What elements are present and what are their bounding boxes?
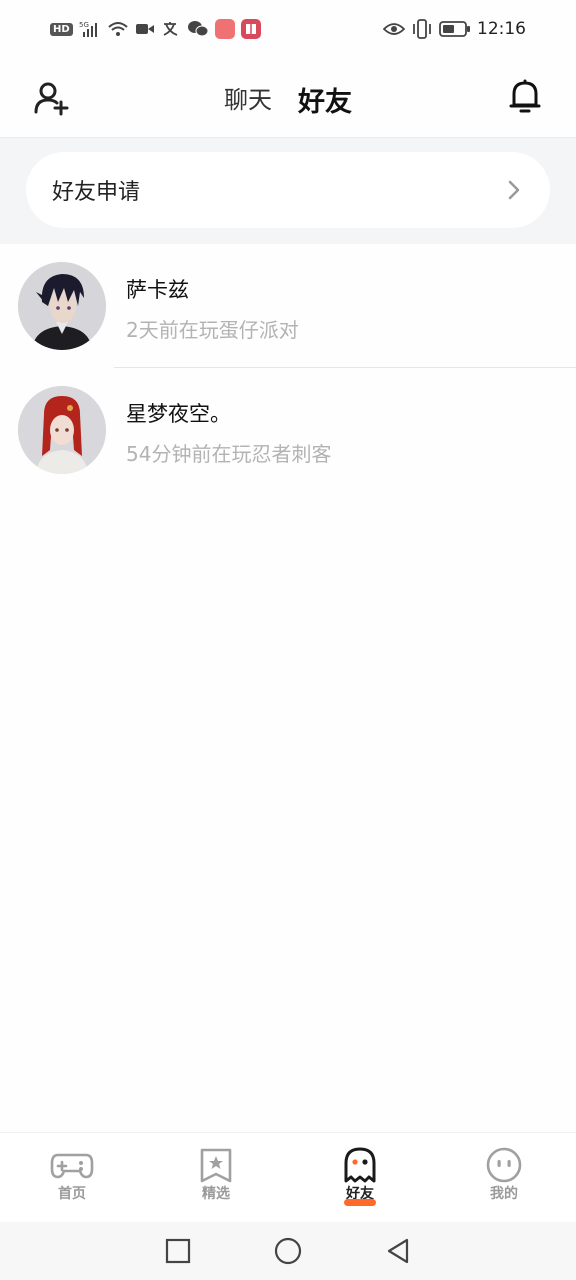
translate-icon (161, 20, 181, 38)
status-left: HD 5G (50, 19, 261, 39)
avatar-image (18, 386, 106, 474)
ghost-icon (344, 1147, 376, 1183)
bottom-nav: 首页 精选 好友 我的 (0, 1132, 576, 1222)
friend-status: 2天前在玩蛋仔派对 (126, 318, 299, 342)
notifications-button[interactable] (508, 78, 542, 116)
gamepad-icon (50, 1153, 94, 1179)
avatar[interactable] (18, 262, 106, 350)
recents-square-icon[interactable] (163, 1236, 193, 1266)
tab-friends[interactable]: 好友 (298, 80, 352, 147)
nav-item-home[interactable]: 首页 (0, 1133, 144, 1222)
tab-friends-label: 好友 (298, 87, 352, 118)
friend-list: 萨卡兹 2天前在玩蛋仔派对 星梦夜空。 54分钟前在玩忍者刺客 (0, 244, 576, 492)
friend-status: 54分钟前在玩忍者刺客 (126, 442, 332, 466)
friend-item[interactable]: 萨卡兹 2天前在玩蛋仔派对 (0, 244, 576, 368)
eye-icon (383, 21, 405, 37)
vibrate-icon (411, 19, 433, 39)
system-nav-bar (0, 1222, 576, 1280)
wifi-icon (107, 20, 129, 38)
friend-name: 星梦夜空。 (126, 402, 231, 426)
friend-request-button[interactable]: 好友申请 (26, 152, 550, 228)
friend-request-label: 好友申请 (52, 180, 141, 205)
nav-item-featured[interactable]: 精选 (144, 1133, 288, 1222)
hd-icon: HD (50, 22, 73, 36)
app-icon-book (240, 19, 261, 39)
status-bar: HD 5G 12:16 (0, 0, 576, 58)
nav-label-featured: 精选 (202, 1186, 230, 1202)
avatar-image (18, 262, 106, 350)
tab-chat[interactable]: 聊天 (224, 80, 272, 119)
home-circle-icon[interactable] (273, 1236, 303, 1266)
nav-label-profile: 我的 (490, 1186, 518, 1202)
status-right: 12:16 (383, 19, 526, 39)
star-bookmark-icon (200, 1148, 232, 1183)
face-icon (486, 1147, 522, 1183)
svg-text:5G: 5G (79, 21, 89, 29)
clock: 12:16 (477, 19, 526, 39)
nav-label-home: 首页 (58, 1186, 86, 1202)
friend-name: 萨卡兹 (126, 278, 189, 302)
video-icon (135, 21, 155, 37)
app-icon-red (214, 19, 235, 39)
tab-bar: 聊天 好友 (0, 80, 576, 147)
bell-icon (509, 79, 541, 113)
top-header: 聊天 好友 (0, 58, 576, 147)
battery-icon (439, 20, 471, 38)
avatar[interactable] (18, 386, 106, 474)
back-triangle-icon[interactable] (383, 1236, 413, 1266)
friend-item[interactable]: 星梦夜空。 54分钟前在玩忍者刺客 (0, 368, 576, 492)
nav-active-indicator (344, 1199, 376, 1206)
nav-item-profile[interactable]: 我的 (432, 1133, 576, 1222)
friend-request-section: 好友申请 (0, 138, 576, 244)
nav-item-friends[interactable]: 好友 (288, 1133, 432, 1222)
signal-icon: 5G (79, 20, 101, 38)
wechat-icon (187, 20, 209, 38)
chevron-right-icon (508, 180, 520, 200)
